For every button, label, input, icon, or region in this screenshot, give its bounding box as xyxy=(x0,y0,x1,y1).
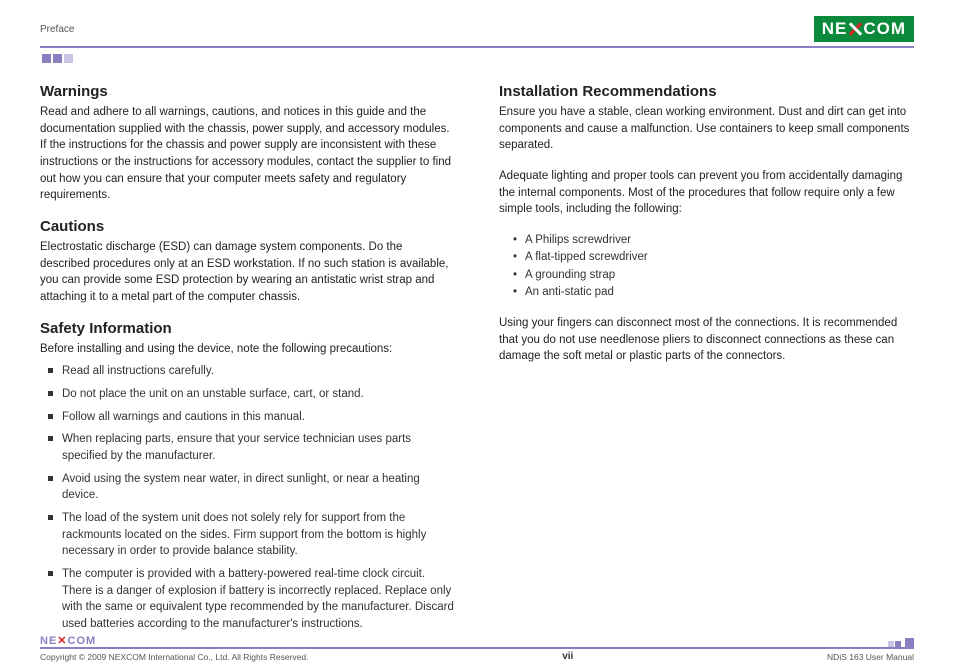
list-item: A grounding strap xyxy=(513,267,914,284)
header-divider xyxy=(40,46,914,48)
footer-divider xyxy=(40,647,914,649)
footer-logo: NE✕COM xyxy=(40,634,96,647)
list-item: When replacing parts, ensure that your s… xyxy=(48,431,455,464)
tools-list: A Philips screwdriver A flat-tipped scre… xyxy=(513,232,914,301)
safety-intro: Before installing and using the device, … xyxy=(40,341,455,358)
cautions-heading: Cautions xyxy=(40,218,455,235)
left-column: Warnings Read and adhere to all warnings… xyxy=(40,81,455,645)
page-number: vii xyxy=(562,651,573,662)
logo-x-icon xyxy=(848,22,862,36)
cautions-body: Electrostatic discharge (ESD) can damage… xyxy=(40,239,455,306)
footer-squares-icon xyxy=(888,638,914,647)
install-heading: Installation Recommendations xyxy=(499,83,914,100)
list-item: Read all instructions carefully. xyxy=(48,363,455,380)
safety-list: Read all instructions carefully. Do not … xyxy=(48,363,455,632)
install-p1: Ensure you have a stable, clean working … xyxy=(499,104,914,154)
warnings-heading: Warnings xyxy=(40,83,455,100)
logo-text-left: NE xyxy=(822,19,848,39)
list-item: A Philips screwdriver xyxy=(513,232,914,249)
safety-heading: Safety Information xyxy=(40,320,455,337)
list-item: The load of the system unit does not sol… xyxy=(48,510,455,560)
install-p3: Using your fingers can disconnect most o… xyxy=(499,315,914,365)
list-item: Do not place the unit on an unstable sur… xyxy=(48,386,455,403)
decorative-squares xyxy=(42,54,914,63)
warnings-body: Read and adhere to all warnings, caution… xyxy=(40,104,455,204)
right-column: Installation Recommendations Ensure you … xyxy=(499,81,914,645)
list-item: The computer is provided with a battery-… xyxy=(48,566,455,633)
brand-logo: NE COM xyxy=(814,16,914,42)
page-footer: NE✕COM Copyright © 2009 NEXCOM Internati… xyxy=(40,634,914,662)
list-item: Avoid using the system near water, in di… xyxy=(48,471,455,504)
list-item: An anti-static pad xyxy=(513,284,914,301)
install-p2: Adequate lighting and proper tools can p… xyxy=(499,168,914,218)
list-item: A flat-tipped screwdriver xyxy=(513,249,914,266)
footer-copyright: Copyright © 2009 NEXCOM International Co… xyxy=(40,652,308,662)
footer-doc-title: NDiS 163 User Manual xyxy=(827,652,914,662)
list-item: Follow all warnings and cautions in this… xyxy=(48,409,455,426)
header-section: Preface xyxy=(40,24,74,35)
logo-text-right: COM xyxy=(863,19,906,39)
